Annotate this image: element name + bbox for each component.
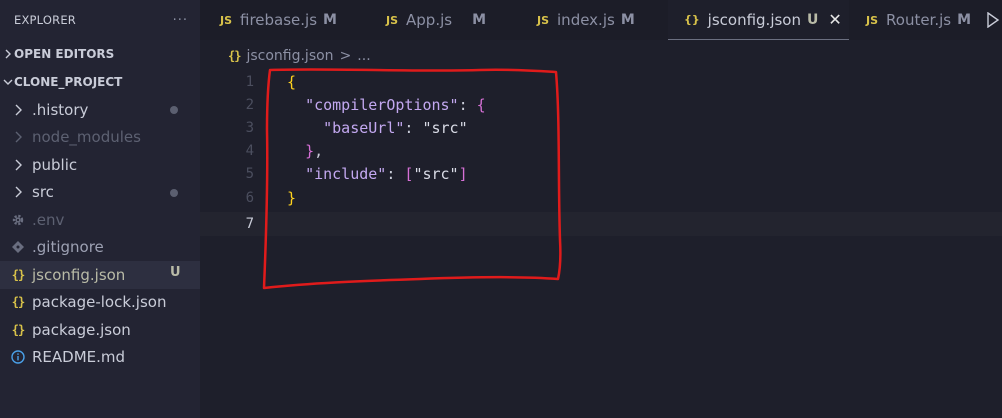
tree-item-node-modules[interactable]: node_modules xyxy=(0,124,200,152)
tree-item-history[interactable]: .history xyxy=(0,96,200,124)
line-number: 2 xyxy=(245,97,254,113)
code-line: 1 { xyxy=(200,70,1002,94)
section-label: CLONE_PROJECT xyxy=(14,75,123,89)
more-actions-icon[interactable]: ··· xyxy=(173,13,188,28)
code-text: }, xyxy=(305,142,324,160)
editor-tab-bar: JS firebase.js M JS App.js M JS index.js… xyxy=(200,0,1002,40)
tree-item-package-lock[interactable]: {} package-lock.json xyxy=(0,289,200,317)
tab-index-js[interactable]: JS index.js M xyxy=(537,0,635,40)
tree-item-label: .gitignore xyxy=(32,238,104,257)
tab-firebase-js[interactable]: JS firebase.js M xyxy=(220,0,337,40)
explorer-sidebar: EXPLORER ··· OPEN EDITORS CLONE_PROJECT … xyxy=(0,0,200,418)
tree-item-public[interactable]: public xyxy=(0,151,200,179)
code-line: 3 "baseUrl": "src" xyxy=(200,116,1002,140)
tree-item-label: README.md xyxy=(32,348,126,367)
section-label: OPEN EDITORS xyxy=(14,47,115,61)
tab-status: U xyxy=(807,11,819,28)
tab-app-js[interactable]: JS App.js M xyxy=(386,0,486,40)
json-file-icon: {} xyxy=(11,267,25,282)
tab-label: Router.js xyxy=(886,11,952,29)
code-editor[interactable]: 1 { 2 "compilerOptions": { 3 "baseUrl": … xyxy=(200,68,1002,418)
line-number: 6 xyxy=(245,190,254,206)
tree-item-jsconfig[interactable]: {} jsconfig.json U xyxy=(0,261,200,289)
run-play-icon[interactable] xyxy=(986,11,1000,32)
line-number: 5 xyxy=(245,166,254,182)
js-file-icon: JS xyxy=(537,13,550,27)
modified-dot-icon xyxy=(170,106,178,114)
gear-icon xyxy=(10,212,26,228)
chevron-right-icon xyxy=(10,102,26,118)
section-open-editors[interactable]: OPEN EDITORS xyxy=(0,40,200,68)
breadcrumb: {} jsconfig.json > ... xyxy=(228,46,371,66)
code-text: } xyxy=(287,189,297,207)
tab-label: jsconfig.json xyxy=(707,10,801,29)
code-text: "baseUrl": "src" xyxy=(323,119,468,137)
tab-status: M xyxy=(323,12,337,28)
tree-item-env[interactable]: .env xyxy=(0,206,200,234)
code-text: "include": ["src"] xyxy=(305,165,468,183)
json-file-icon: {} xyxy=(11,322,25,337)
tab-jsconfig-json[interactable]: {} jsconfig.json U ✕ xyxy=(668,0,849,40)
breadcrumb-file[interactable]: jsconfig.json xyxy=(246,48,333,64)
code-line: 5 "include": ["src"] xyxy=(200,162,1002,186)
chevron-right-icon xyxy=(10,157,26,173)
line-number: 3 xyxy=(245,120,254,136)
tab-status: M xyxy=(957,12,972,28)
close-icon[interactable]: ✕ xyxy=(828,10,841,29)
untracked-badge: U xyxy=(170,265,181,280)
json-file-icon: {} xyxy=(11,295,25,310)
json-file-icon: {} xyxy=(228,49,241,63)
code-text: "compilerOptions": { xyxy=(305,96,486,114)
chevron-right-icon xyxy=(10,184,26,200)
tree-item-readme[interactable]: README.md xyxy=(0,344,200,372)
tree-item-package[interactable]: {} package.json xyxy=(0,316,200,344)
tree-item-label: package.json xyxy=(32,320,131,339)
tree-item-label: package-lock.json xyxy=(32,293,167,312)
tree-item-gitignore[interactable]: .gitignore xyxy=(0,234,200,262)
tab-status: M xyxy=(472,12,487,28)
line-number: 4 xyxy=(245,143,254,159)
tree-item-src[interactable]: src xyxy=(0,179,200,207)
chevron-down-icon xyxy=(2,76,14,88)
section-clone-project[interactable]: CLONE_PROJECT xyxy=(0,68,200,96)
code-line: 2 "compilerOptions": { xyxy=(200,93,1002,117)
chevron-right-icon xyxy=(2,48,14,60)
code-line: 4 }, xyxy=(200,139,1002,163)
explorer-header: EXPLORER ··· xyxy=(0,0,200,40)
line-number: 7 xyxy=(245,216,254,232)
code-text: { xyxy=(287,73,297,91)
line-number: 1 xyxy=(245,74,254,90)
tree-item-label: .env xyxy=(32,210,65,229)
tab-label: App.js xyxy=(406,11,453,29)
code-line: 6 } xyxy=(200,186,1002,210)
js-file-icon: JS xyxy=(866,13,879,27)
tree-item-label: public xyxy=(32,155,78,174)
code-line-current: 7 xyxy=(200,212,1002,236)
tab-label: firebase.js xyxy=(240,11,318,29)
js-file-icon: JS xyxy=(386,13,399,27)
tab-label: index.js xyxy=(557,11,615,29)
explorer-title: EXPLORER xyxy=(14,13,76,27)
info-icon xyxy=(10,349,26,365)
modified-dot-icon xyxy=(170,188,178,197)
breadcrumb-separator: > xyxy=(339,48,352,64)
chevron-right-icon xyxy=(10,129,26,145)
git-icon xyxy=(10,239,26,255)
json-file-icon: {} xyxy=(684,13,700,26)
tree-item-label: node_modules xyxy=(32,128,141,147)
js-file-icon: JS xyxy=(220,13,233,27)
tab-router-js[interactable]: JS Router.js M xyxy=(866,0,971,40)
tab-status: M xyxy=(620,12,635,28)
breadcrumb-more[interactable]: ... xyxy=(357,48,370,64)
